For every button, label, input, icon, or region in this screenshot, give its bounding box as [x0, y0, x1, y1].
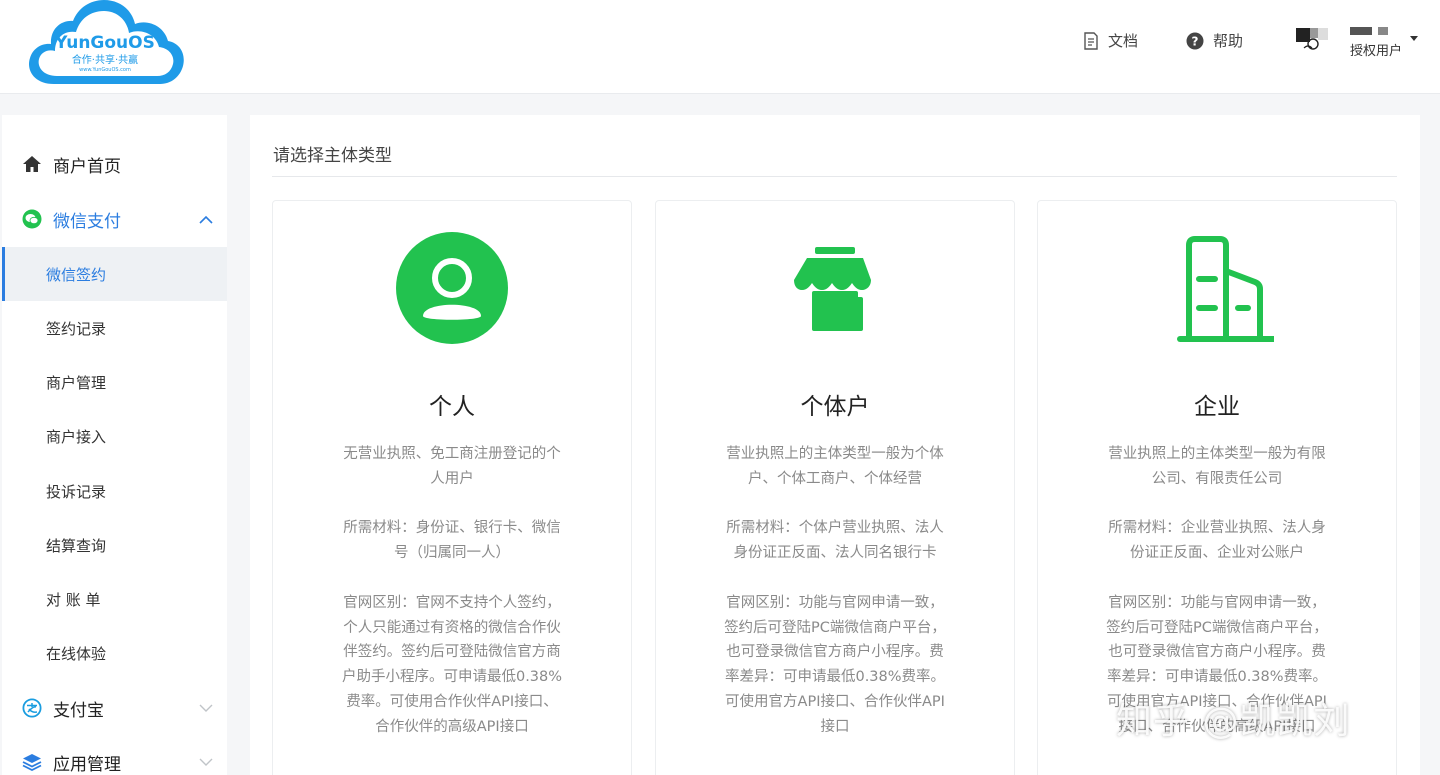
sidebar-item-merchant-home[interactable]: 商户首页: [2, 137, 227, 191]
sidebar-item-merchant-management[interactable]: 商户管理: [2, 355, 227, 409]
entity-card-individual-business[interactable]: 个体户 营业执照上的主体类型一般为个体户、个体工商户、个体经营 所需材料：个体户…: [655, 200, 1015, 775]
card-title: 个人: [429, 394, 475, 420]
help-link[interactable]: ? 帮助: [1186, 30, 1243, 51]
sidebar-item-wechat-signing[interactable]: 微信签约: [2, 247, 227, 301]
sidebar-item-settlement-query[interactable]: 结算查询: [2, 518, 227, 572]
card-title: 个体户: [800, 394, 870, 420]
alipay-icon: [22, 698, 42, 718]
card-intro: 营业执照上的主体类型一般为个体户、个体工商户、个体经营: [726, 446, 944, 487]
entity-card-personal[interactable]: 个人 无营业执照、免工商注册登记的个人用户 所需材料：身份证、银行卡、微信号（归…: [272, 200, 632, 775]
sidebar-item-app-management[interactable]: 应用管理: [2, 735, 227, 775]
sidebar: 商户首页 微信支付 微信签约 签约记录 商户管理 商户接入 投诉记录 结算查询 …: [2, 115, 227, 775]
top-header: YunGouOS 合作·共享·共赢 www.YunGouOS.com 文档 ? …: [0, 0, 1440, 94]
title-divider: [272, 176, 1397, 177]
svg-text:?: ?: [1192, 34, 1199, 48]
card-materials: 所需材料：身份证、银行卡、微信号（归属同一人）: [343, 520, 561, 562]
help-label: 帮助: [1213, 32, 1244, 50]
sidebar-item-complaint-records[interactable]: 投诉记录: [2, 464, 227, 518]
sidebar-item-alipay[interactable]: 支付宝: [2, 681, 227, 735]
store-icon: [778, 231, 892, 349]
card-materials: 所需材料：企业营业执照、法人身份证正反面、企业对公账户: [1108, 520, 1326, 562]
card-title: 企业: [1194, 394, 1240, 420]
home-icon: [22, 154, 42, 174]
help-icon: ?: [1186, 32, 1204, 50]
person-icon: [395, 231, 509, 349]
card-intro: 营业执照上的主体类型一般为有限公司、有限责任公司: [1108, 446, 1326, 487]
user-menu[interactable]: 授权用户: [1350, 27, 1419, 59]
wechat-icon: [22, 209, 42, 229]
card-difference: 官网区别：功能与官网申请一致，签约后可登陆PC端微信商户平台，也可登录微信官方商…: [724, 594, 946, 735]
card-description: 营业执照上的主体类型一般为个体户、个体工商户、个体经营 所需材料：个体户营业执照…: [724, 442, 946, 764]
logo-slogan: 合作·共享·共赢: [72, 53, 138, 66]
docs-link[interactable]: 文档: [1083, 30, 1138, 51]
entity-card-enterprise[interactable]: 企业 营业执照上的主体类型一般为有限公司、有限责任公司 所需材料：企业营业执照、…: [1037, 200, 1397, 775]
main-panel: 请选择主体类型 个人 无营业执照、免工商注册登记的个人用户 所需材料：身份证、银…: [250, 115, 1420, 775]
building-icon: [1160, 231, 1277, 349]
caret-down-icon: [1410, 36, 1419, 41]
sidebar-item-online-demo[interactable]: 在线体验: [2, 626, 227, 680]
chevron-up-icon[interactable]: [199, 209, 213, 229]
card-difference: 官网区别：官网不支持个人签约，个人只能通过有资格的微信合作伙伴签约。签约后可登陆…: [341, 594, 563, 735]
docs-label: 文档: [1108, 32, 1139, 50]
logo-brand: YunGouOS: [54, 33, 155, 53]
card-intro: 无营业执照、免工商注册登记的个人用户: [343, 446, 561, 487]
document-icon: [1083, 31, 1099, 50]
user-role-label: 授权用户: [1350, 44, 1403, 59]
username-mask: [1350, 27, 1402, 36]
logo-site: www.YunGouOS.com: [79, 67, 131, 73]
chevron-down-icon[interactable]: [199, 752, 213, 772]
layers-icon: [22, 752, 42, 772]
sidebar-item-signing-records[interactable]: 签约记录: [2, 301, 227, 355]
card-description: 无营业执照、免工商注册登记的个人用户 所需材料：身份证、银行卡、微信号（归属同一…: [341, 442, 563, 764]
yungouos-logo[interactable]: YunGouOS 合作·共享·共赢 www.YunGouOS.com: [24, 0, 186, 88]
card-materials: 所需材料：个体户营业执照、法人身份证正反面、法人同名银行卡: [726, 520, 944, 562]
sidebar-item-merchant-access[interactable]: 商户接入: [2, 409, 227, 463]
sidebar-item-wechat-pay[interactable]: 微信支付: [2, 192, 227, 246]
chevron-down-icon[interactable]: [199, 698, 213, 718]
sidebar-item-statement[interactable]: 对 账 单: [2, 572, 227, 626]
user-avatar[interactable]: [1296, 26, 1332, 54]
page-title: 请选择主体类型: [273, 146, 392, 166]
watermark: 知乎 @凯凯刘: [1116, 701, 1351, 742]
